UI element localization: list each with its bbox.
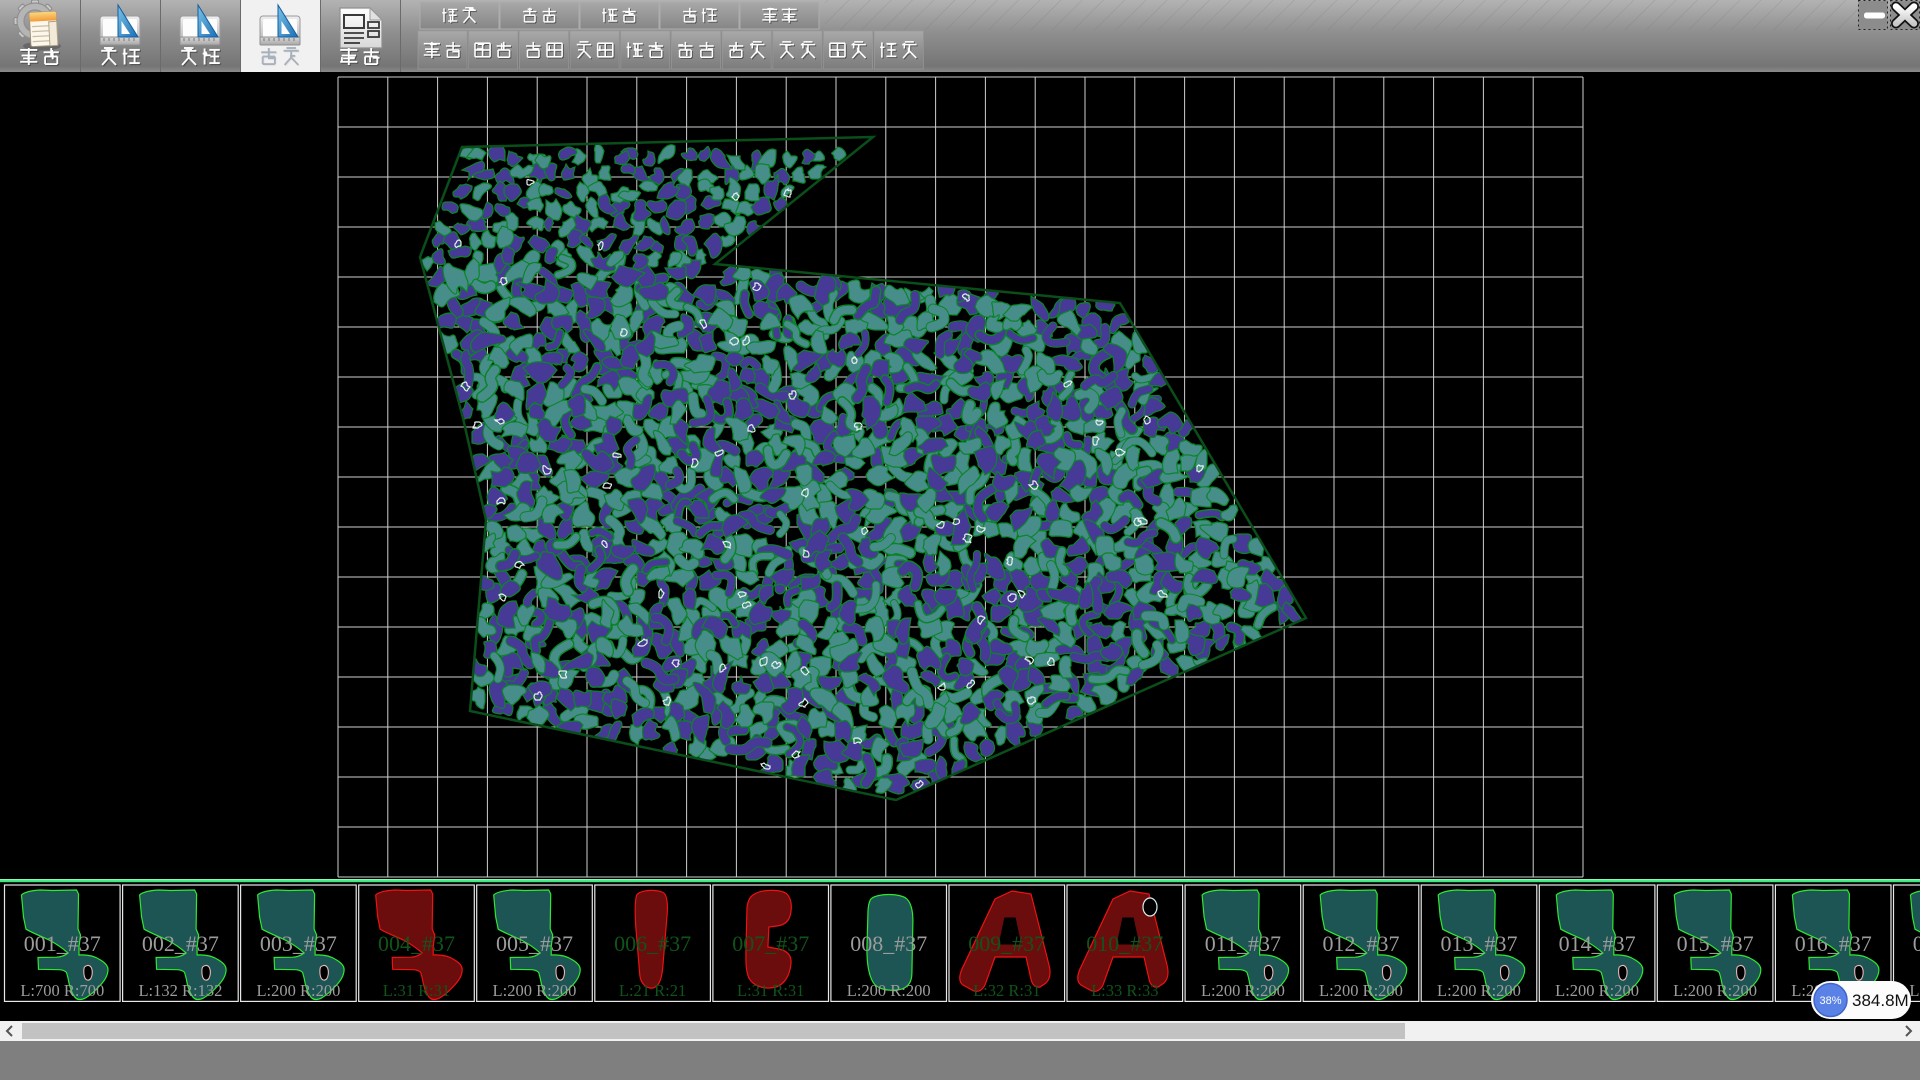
svg-text:012_#37: 012_#37	[1323, 931, 1400, 956]
svg-text:L:200 R:200: L:200 R:200	[1319, 981, 1403, 1000]
svg-text:009_#37: 009_#37	[968, 931, 1045, 956]
svg-text:L:200 R:200: L:200 R:200	[1201, 981, 1285, 1000]
svg-text:L:31 R:31: L:31 R:31	[383, 981, 450, 1000]
svg-text:003_#37: 003_#37	[260, 931, 337, 956]
svg-text:002_#37: 002_#37	[142, 931, 219, 956]
svg-text:384.8M: 384.8M	[1852, 991, 1909, 1010]
svg-text:001_#37: 001_#37	[24, 931, 101, 956]
svg-text:005_#37: 005_#37	[496, 931, 573, 956]
svg-text:L:200 R:200: L:200 R:200	[847, 981, 931, 1000]
svg-text:L:200 R:200: L:200 R:200	[493, 981, 577, 1000]
svg-text:015_#37: 015_#37	[1677, 931, 1754, 956]
svg-text:017_#37: 017_#37	[1913, 931, 1920, 956]
svg-text:L:32 R:31: L:32 R:31	[973, 981, 1040, 1000]
svg-text:011_#37: 011_#37	[1205, 931, 1281, 956]
svg-text:007_#37: 007_#37	[732, 931, 809, 956]
svg-text:L:200 R:200: L:200 R:200	[1909, 981, 1920, 1000]
svg-text:010_#37: 010_#37	[1086, 931, 1163, 956]
svg-text:004_#37: 004_#37	[378, 931, 455, 956]
svg-text:L:31 R:31: L:31 R:31	[737, 981, 804, 1000]
svg-text:016_#37: 016_#37	[1795, 931, 1872, 956]
svg-text:L:200 R:200: L:200 R:200	[1437, 981, 1521, 1000]
svg-text:L:200 R:200: L:200 R:200	[1673, 981, 1757, 1000]
svg-text:L:700 R:700: L:700 R:700	[20, 981, 104, 1000]
svg-text:L:200 R:200: L:200 R:200	[1555, 981, 1639, 1000]
svg-text:L:200 R:200: L:200 R:200	[256, 981, 340, 1000]
svg-text:013_#37: 013_#37	[1441, 931, 1518, 956]
svg-text:38%: 38%	[1819, 995, 1841, 1007]
svg-text:008_#37: 008_#37	[850, 931, 927, 956]
svg-text:L:132 R:132: L:132 R:132	[138, 981, 222, 1000]
svg-text:006_#37: 006_#37	[614, 931, 691, 956]
svg-text:L:33 R:33: L:33 R:33	[1091, 981, 1158, 1000]
svg-text:014_#37: 014_#37	[1559, 931, 1636, 956]
svg-text:L:21 R:21: L:21 R:21	[619, 981, 686, 1000]
